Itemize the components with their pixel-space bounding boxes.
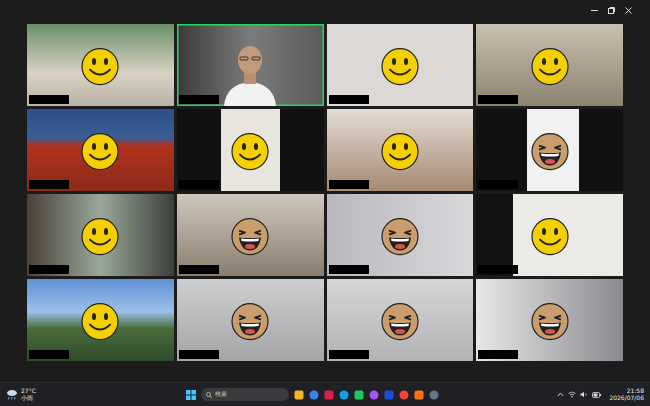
close-icon[interactable] xyxy=(625,7,632,14)
taskbar-app-icon[interactable] xyxy=(339,390,349,400)
video-tile[interactable] xyxy=(476,279,623,361)
laugh-sticker-icon xyxy=(530,132,570,172)
zoom-window: 27°C小雨 検索 21:582026/07/06 xyxy=(0,0,650,406)
taskbar-app-icon[interactable] xyxy=(384,390,394,400)
clock-date: 2026/07/06 xyxy=(609,395,644,401)
video-tile[interactable] xyxy=(327,24,474,106)
taskbar-app-icon[interactable] xyxy=(354,390,364,400)
laugh-sticker-icon xyxy=(380,217,420,257)
name-label xyxy=(29,180,69,189)
taskbar-app-icon[interactable] xyxy=(429,390,439,400)
laugh-sticker-icon xyxy=(380,302,420,342)
name-label xyxy=(329,265,369,274)
video-tile[interactable] xyxy=(327,279,474,361)
name-label xyxy=(179,350,219,359)
system-tray: 21:582026/07/06 xyxy=(557,388,644,401)
restore-icon[interactable] xyxy=(608,7,615,14)
name-label xyxy=(478,350,518,359)
tray-chevron-icon[interactable] xyxy=(557,391,564,398)
taskbar-app-icon[interactable] xyxy=(324,390,334,400)
name-label xyxy=(179,265,219,274)
video-tile[interactable] xyxy=(177,109,324,191)
laugh-sticker-icon xyxy=(530,302,570,342)
taskbar-app-icon[interactable] xyxy=(414,390,424,400)
weather-widget[interactable]: 27°C小雨 xyxy=(6,388,186,401)
weather-condition: 小雨 xyxy=(21,395,36,401)
name-label xyxy=(478,180,518,189)
name-label xyxy=(478,95,518,104)
smile-sticker-icon xyxy=(230,132,270,172)
video-tile[interactable] xyxy=(177,279,324,361)
smile-sticker-icon xyxy=(80,132,120,172)
minimize-icon[interactable] xyxy=(591,7,598,14)
taskbar-app-icon[interactable] xyxy=(399,390,409,400)
taskbar-app-icon[interactable] xyxy=(309,390,319,400)
smile-sticker-icon xyxy=(380,47,420,87)
name-label xyxy=(29,95,69,104)
laugh-sticker-icon xyxy=(230,302,270,342)
video-tile[interactable] xyxy=(27,279,174,361)
name-label xyxy=(179,95,219,104)
name-label xyxy=(329,350,369,359)
smile-sticker-icon xyxy=(80,217,120,257)
name-label xyxy=(329,180,369,189)
video-tile[interactable] xyxy=(177,194,324,276)
rain-cloud-icon xyxy=(6,389,18,400)
windows-start-icon[interactable] xyxy=(186,390,196,400)
smile-sticker-icon xyxy=(530,47,570,87)
name-label xyxy=(179,180,219,189)
video-tile[interactable] xyxy=(27,194,174,276)
taskbar-app-icon[interactable] xyxy=(294,390,304,400)
name-label xyxy=(478,265,518,274)
taskbar-center: 検索 xyxy=(186,388,557,401)
search-icon xyxy=(206,392,212,398)
video-tile[interactable] xyxy=(327,109,474,191)
smile-sticker-icon xyxy=(80,302,120,342)
name-label xyxy=(329,95,369,104)
taskbar-clock[interactable]: 21:582026/07/06 xyxy=(609,388,644,401)
video-tile[interactable] xyxy=(27,24,174,106)
smile-sticker-icon xyxy=(530,217,570,257)
speaker-icon[interactable] xyxy=(580,391,588,398)
title-bar xyxy=(0,0,650,20)
smile-sticker-icon xyxy=(80,47,120,87)
video-tile[interactable] xyxy=(476,194,623,276)
battery-icon[interactable] xyxy=(592,392,601,398)
video-tile[interactable] xyxy=(177,24,324,106)
video-tile[interactable] xyxy=(476,24,623,106)
gallery-grid xyxy=(27,24,623,361)
video-tile[interactable] xyxy=(476,109,623,191)
wifi-icon[interactable] xyxy=(568,391,576,398)
taskbar: 27°C小雨 検索 21:582026/07/06 xyxy=(0,382,650,406)
taskbar-search[interactable]: 検索 xyxy=(201,388,289,401)
laugh-sticker-icon xyxy=(230,217,270,257)
video-tile[interactable] xyxy=(27,109,174,191)
video-tile[interactable] xyxy=(327,194,474,276)
participant-figure-icon xyxy=(220,32,280,106)
name-label xyxy=(29,350,69,359)
name-label xyxy=(29,265,69,274)
smile-sticker-icon xyxy=(380,132,420,172)
taskbar-app-icon[interactable] xyxy=(369,390,379,400)
